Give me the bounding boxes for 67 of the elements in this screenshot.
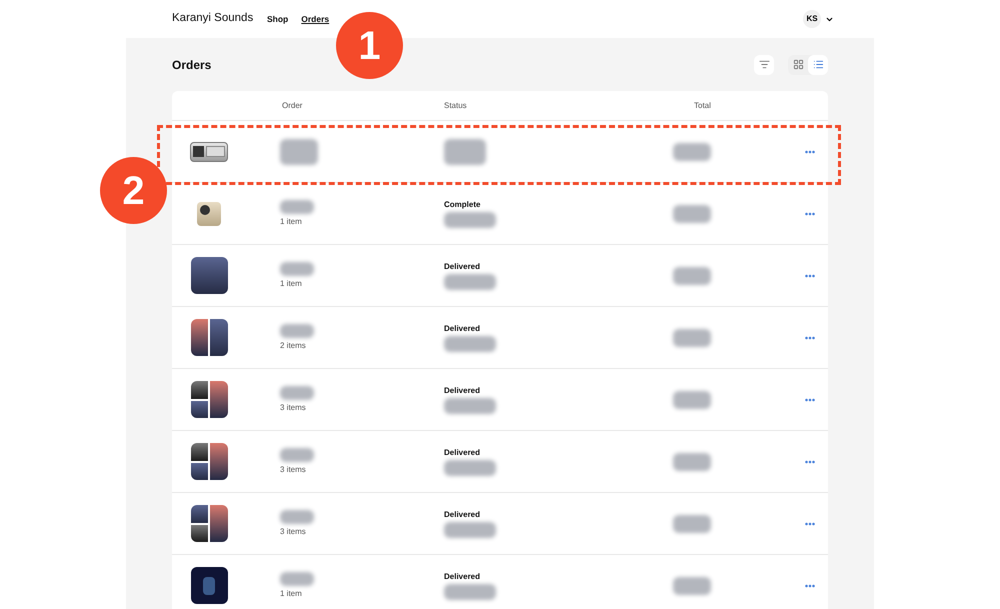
item-count: 3 items xyxy=(280,402,307,414)
filter-button[interactable] xyxy=(754,54,774,74)
redacted-block xyxy=(444,274,496,290)
order-row[interactable]: 1 item Delivered xyxy=(172,245,828,307)
brand-name[interactable]: Karanyi Sounds xyxy=(172,10,267,28)
redacted-block xyxy=(673,452,711,470)
item-count: 3 items xyxy=(280,464,307,476)
product-photo xyxy=(197,202,221,226)
redacted-block xyxy=(280,448,314,462)
redacted-block xyxy=(673,328,711,346)
item-count: 3 items xyxy=(280,526,307,538)
redacted-block xyxy=(444,336,496,352)
user-avatar[interactable]: KS xyxy=(803,10,821,28)
item-count: 1 item xyxy=(280,278,303,290)
order-status: Delivered xyxy=(444,509,482,521)
redacted-block xyxy=(444,460,496,476)
redacted-block xyxy=(280,572,314,586)
redacted-block xyxy=(444,522,496,538)
order-status: Delivered xyxy=(444,323,482,335)
redacted-block xyxy=(280,510,314,524)
order-status: Delivered xyxy=(444,385,482,397)
order-status: Delivered xyxy=(444,447,482,459)
nav-link[interactable]: Shop xyxy=(267,12,288,26)
redacted-block xyxy=(444,212,496,228)
redacted-block xyxy=(444,138,486,164)
step-callout: 2 xyxy=(100,157,167,224)
column-header: Total xyxy=(694,100,711,112)
order-status: Delivered xyxy=(444,261,482,273)
product-photo xyxy=(190,443,228,480)
list-view-button[interactable] xyxy=(808,54,828,74)
product-photo xyxy=(190,381,228,418)
item-count: 2 items xyxy=(280,340,307,352)
redacted-block xyxy=(673,204,711,222)
redacted-block xyxy=(673,142,711,160)
item-count: 1 item xyxy=(280,588,303,600)
grid-icon xyxy=(792,59,804,70)
column-header: Status xyxy=(444,100,468,112)
redacted-block xyxy=(673,390,711,408)
column-header: Order xyxy=(282,100,304,112)
page-title: Orders xyxy=(172,56,212,74)
redacted-block xyxy=(280,386,314,400)
product-photo xyxy=(190,505,228,542)
product-photo xyxy=(190,142,228,162)
product-photo xyxy=(190,257,228,294)
redacted-block xyxy=(444,584,496,600)
order-status: Delivered xyxy=(444,571,482,583)
nav-link[interactable]: Orders xyxy=(301,12,330,26)
redacted-block xyxy=(280,324,314,338)
redacted-block xyxy=(280,200,314,214)
order-row[interactable]: 1 item Delivered xyxy=(172,555,828,609)
product-photo xyxy=(190,567,228,604)
product-photo xyxy=(190,319,228,356)
redacted-block xyxy=(280,262,314,276)
filter-icon xyxy=(758,59,770,70)
item-count: 1 item xyxy=(280,216,303,228)
redacted-block xyxy=(280,138,318,164)
redacted-block xyxy=(673,576,711,594)
order-row[interactable]: 2 items Delivered xyxy=(172,307,828,369)
step-callout: 1 xyxy=(336,12,403,79)
order-status: Complete xyxy=(444,199,482,211)
order-row[interactable]: 3 items Delivered xyxy=(172,431,828,493)
order-row[interactable]: 1 item Complete xyxy=(172,183,828,245)
redacted-block xyxy=(673,266,711,284)
redacted-block xyxy=(444,398,496,414)
order-row[interactable]: 3 items Delivered xyxy=(172,369,828,431)
redacted-block xyxy=(673,514,711,532)
order-row[interactable]: 3 items Delivered xyxy=(172,493,828,555)
